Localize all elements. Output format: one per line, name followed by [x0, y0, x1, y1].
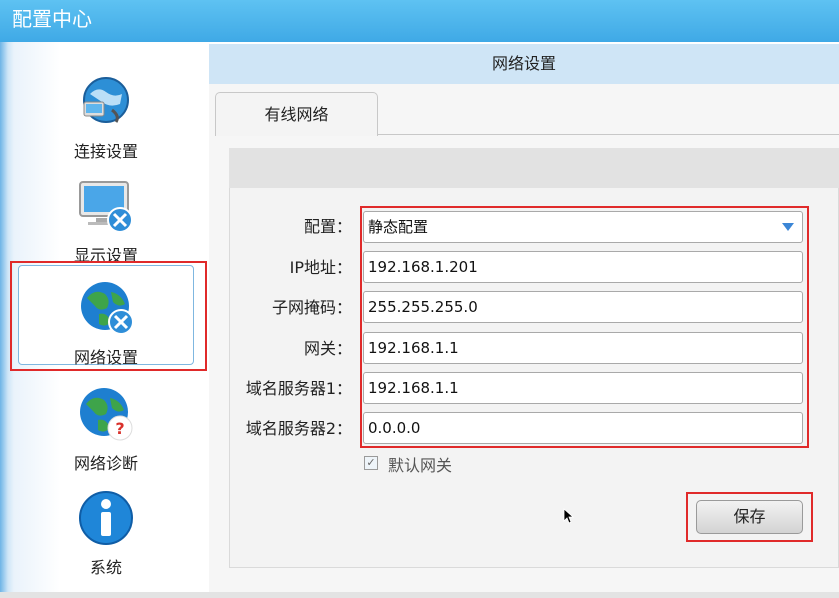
- subnet-input[interactable]: 255.255.255.0: [363, 291, 803, 323]
- gateway-input[interactable]: 192.168.1.1: [363, 332, 803, 364]
- gateway-label: 网关：: [303, 339, 352, 358]
- sidebar-item-connection[interactable]: 连接设置: [18, 60, 194, 161]
- dns2-label: 域名服务器2：: [245, 419, 352, 438]
- panel-header-band: [229, 148, 839, 188]
- page-title: 网络设置: [209, 44, 839, 84]
- svg-text:?: ?: [115, 419, 124, 438]
- sidebar-item-diagnose[interactable]: ? 网络诊断: [18, 372, 194, 473]
- sidebar-item-network[interactable]: 网络设置: [18, 265, 194, 367]
- network-globe-tools-icon: [81, 282, 134, 335]
- bottom-strip: [0, 592, 839, 598]
- monitor-tools-icon: [79, 181, 133, 233]
- default-gateway-checkbox[interactable]: ✓: [364, 456, 378, 470]
- mode-select[interactable]: 静态配置: [363, 211, 803, 243]
- sidebar-item-label: 网络诊断: [73, 454, 138, 473]
- dns1-input[interactable]: 192.168.1.1: [363, 372, 803, 404]
- ip-label: IP地址：: [289, 258, 352, 277]
- sidebar-item-display[interactable]: 显示设置: [18, 164, 194, 265]
- mouse-cursor-icon: [563, 508, 575, 524]
- tab-divider: [378, 134, 839, 135]
- connection-globe-icon: [83, 77, 129, 123]
- tab-wired-network[interactable]: 有线网络: [215, 92, 378, 136]
- chevron-down-icon[interactable]: [782, 223, 794, 231]
- save-button[interactable]: 保存: [696, 500, 803, 534]
- dns2-input[interactable]: 0.0.0.0: [363, 412, 803, 444]
- subnet-label: 子网掩码：: [271, 298, 352, 317]
- mode-select-value: 静态配置: [368, 218, 429, 236]
- sidebar-item-system[interactable]: 系统: [18, 476, 194, 577]
- sidebar-item-label: 系统: [89, 558, 122, 577]
- mode-label: 配置：: [303, 217, 352, 236]
- sidebar-item-label: 连接设置: [73, 142, 138, 161]
- ip-input[interactable]: 192.168.1.201: [363, 251, 803, 283]
- network-diagnose-globe-icon: ?: [80, 388, 133, 441]
- info-icon: [79, 491, 133, 545]
- window-title: 配置中心: [0, 0, 839, 42]
- sidebar-item-label: 网络设置: [73, 348, 138, 367]
- default-gateway-label: 默认网关: [388, 456, 453, 475]
- dns1-label: 域名服务器1：: [245, 379, 352, 398]
- sidebar-item-label: 显示设置: [73, 246, 138, 265]
